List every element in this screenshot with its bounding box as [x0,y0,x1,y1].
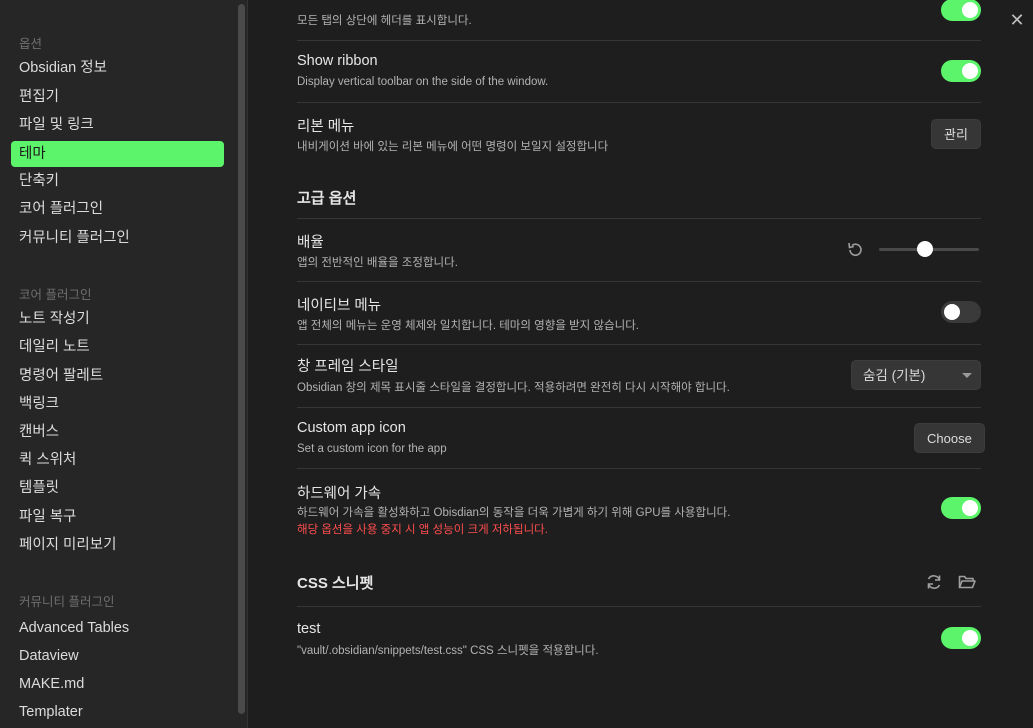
advanced-section-heading: 고급 옵션 [297,190,357,207]
sidebar-item-core-plugins[interactable]: 코어 플러그인 [11,196,224,222]
setting-row-hardware-acceleration: 하드웨어 가속 하드웨어 가속을 활성화하고 Obisdian의 동작을 더욱 … [297,469,981,549]
sidebar-item-hotkeys[interactable]: 단축키 [11,168,224,194]
setting-description: Display vertical toolbar on the side of … [297,76,549,88]
frame-style-select[interactable]: 숨김 (기본) [851,360,981,390]
reset-icon[interactable] [845,240,865,260]
reload-icon[interactable] [924,572,944,592]
snippet-name: test [297,621,321,637]
hardware-acceleration-toggle[interactable] [941,497,981,519]
setting-title: Custom app icon [297,420,406,436]
toggle-knob [962,2,978,18]
setting-row-show-tab-header: 모든 탭의 상단에 헤더를 표시합니다. [297,0,981,40]
sidebar-item-command-palette[interactable]: 명령어 팔레트 [11,363,224,389]
toggle-knob [962,63,978,79]
settings-window: 옵션 Obsidian 정보 편집기 파일 및 링크 테마 단축키 코어 플러그… [0,0,1033,728]
setting-description: Obsidian 창의 제목 표시줄 스타일을 결정합니다. 적용하려면 완전히… [297,382,730,394]
setting-row-frame-style: 창 프레임 스타일 Obsidian 창의 제목 표시줄 스타일을 결정합니다.… [297,345,981,407]
settings-content: 모든 탭의 상단에 헤더를 표시합니다. Show ribbon Display… [249,0,1033,728]
sidebar-item-note-composer[interactable]: 노트 작성기 [11,306,224,332]
toggle-knob [962,500,978,516]
setting-title: 리본 메뉴 [297,119,355,135]
sidebar-item-templates[interactable]: 템플릿 [11,475,224,501]
sidebar-item-about[interactable]: Obsidian 정보 [11,55,224,81]
css-snippets-heading: CSS 스니펫 [297,575,374,592]
sidebar-item-quick-switcher[interactable]: 퀵 스위처 [11,447,224,473]
setting-title: 하드웨어 가속 [297,486,382,502]
setting-row-native-menu: 네이티브 메뉴 앱 전체의 메뉴는 운영 체제와 일치합니다. 테마의 영향을 … [297,282,981,344]
sidebar-item-files-links[interactable]: 파일 및 링크 [11,112,224,138]
setting-description: 앱의 전반적인 배율을 조정합니다. [297,257,458,269]
toggle-knob [962,630,978,646]
setting-row-zoom: 배율 앱의 전반적인 배율을 조정합니다. [297,219,981,281]
zoom-slider-thumb[interactable] [917,241,933,257]
sidebar-section-community-plugins: 커뮤니티 플러그인 [19,595,115,609]
sidebar-item-page-preview[interactable]: 페이지 미리보기 [11,532,224,558]
setting-title: Show ribbon [297,53,378,69]
setting-row-ribbon-menu: 리본 메뉴 내비게이션 바에 있는 리본 메뉴에 어떤 명령이 보일지 설정합니… [297,103,981,165]
settings-sidebar: 옵션 Obsidian 정보 편집기 파일 및 링크 테마 단축키 코어 플러그… [0,0,248,728]
sidebar-item-dataview[interactable]: Dataview [11,643,224,669]
setting-title: 창 프레임 스타일 [297,359,399,375]
toggle-knob [944,304,960,320]
sidebar-item-make-md[interactable]: MAKE.md [11,671,224,697]
sidebar-section-options: 옵션 [19,37,43,51]
show-tab-header-toggle[interactable] [941,0,981,21]
sidebar-item-advanced-tables[interactable]: Advanced Tables [11,615,224,641]
frame-style-selected-value: 숨김 (기본) [863,368,926,383]
sidebar-item-editor[interactable]: 편집기 [11,84,224,110]
snippet-description: "vault/.obsidian/snippets/test.css" CSS … [297,645,599,657]
sidebar-item-daily-notes[interactable]: 데일리 노트 [11,334,224,360]
folder-icon[interactable] [957,572,977,592]
setting-title: 네이티브 메뉴 [297,298,382,314]
sidebar-item-canvas[interactable]: 캔버스 [11,419,224,445]
sidebar-item-backlinks[interactable]: 백링크 [11,391,224,417]
sidebar-section-core-plugins: 코어 플러그인 [19,288,92,302]
setting-row-snippet-test: test "vault/.obsidian/snippets/test.css"… [297,607,981,667]
sidebar-scrollbar[interactable] [238,4,245,714]
choose-icon-button[interactable]: Choose [914,423,985,453]
sidebar-item-file-recovery[interactable]: 파일 복구 [11,504,224,530]
sidebar-item-appearance[interactable]: 테마 [11,141,224,167]
setting-row-show-ribbon: Show ribbon Display vertical toolbar on … [297,41,981,102]
setting-title: 배율 [297,235,324,251]
sidebar-item-community-plugins[interactable]: 커뮤니티 플러그인 [11,225,224,251]
setting-description: 내비게이션 바에 있는 리본 메뉴에 어떤 명령이 보일지 설정합니다 [297,141,609,153]
snippet-test-toggle[interactable] [941,627,981,649]
setting-description: 하드웨어 가속을 활성화하고 Obisdian의 동작을 더욱 가볍게 하기 위… [297,507,731,519]
chevron-down-icon [962,373,972,378]
setting-row-custom-icon: Custom app icon Set a custom icon for th… [297,408,985,468]
setting-description: 모든 탭의 상단에 헤더를 표시합니다. [297,15,472,27]
manage-ribbon-button[interactable]: 관리 [931,119,981,149]
show-ribbon-toggle[interactable] [941,60,981,82]
setting-description: Set a custom icon for the app [297,443,447,455]
setting-description: 앱 전체의 메뉴는 운영 체제와 일치합니다. 테마의 영향을 받지 않습니다. [297,320,639,332]
setting-warning: 해당 옵션을 사용 중지 시 앱 성능이 크게 저하됩니다. [297,524,548,536]
sidebar-item-templater[interactable]: Templater [11,699,224,725]
close-icon[interactable]: ✕ [1007,10,1027,30]
native-menu-toggle[interactable] [941,301,981,323]
